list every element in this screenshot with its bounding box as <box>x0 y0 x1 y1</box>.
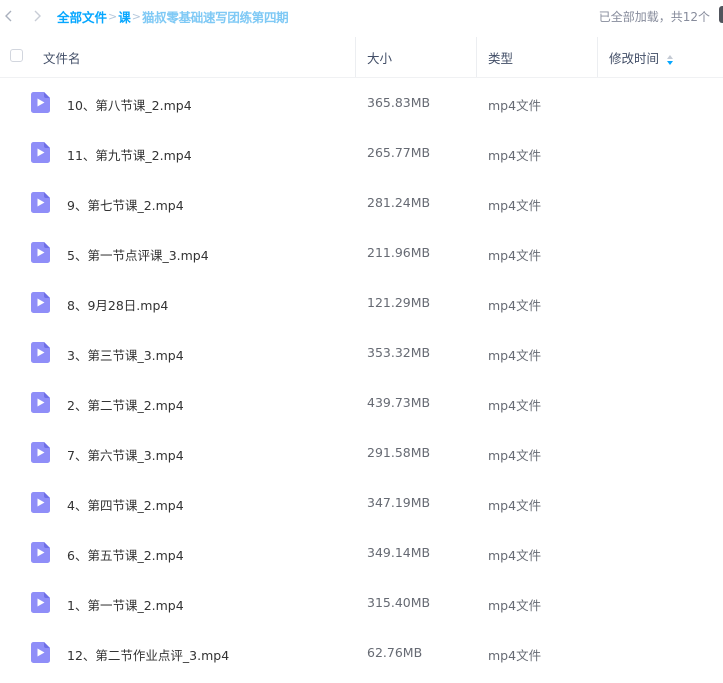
file-name[interactable]: 2、第二节课_2.mp4 <box>67 395 184 414</box>
top-bar: 全部文件 > 课 > 猫叔零基础速写团练第四期 已全部加载，共12个 <box>0 0 723 34</box>
file-name[interactable]: 6、第五节课_2.mp4 <box>67 545 184 564</box>
file-name[interactable]: 12、第二节作业点评_3.mp4 <box>67 645 229 664</box>
file-size: 281.24MB <box>367 195 431 210</box>
column-divider <box>597 37 598 77</box>
table-row[interactable]: 9、第七节课_2.mp4 281.24MB mp4文件 <box>0 178 723 228</box>
table-header: 文件名 大小 类型 修改时间 <box>0 37 723 78</box>
column-divider <box>355 37 356 77</box>
select-all-checkbox[interactable] <box>10 49 23 62</box>
file-list: 10、第八节课_2.mp4 365.83MB mp4文件 11、第九节课_2.mp4 2… <box>0 78 723 678</box>
video-file-icon <box>31 442 50 463</box>
file-size: 211.96MB <box>367 245 431 260</box>
breadcrumb-root[interactable]: 全部文件 <box>57 7 107 26</box>
file-name[interactable]: 8、9月28日.mp4 <box>67 295 168 314</box>
table-row[interactable]: 5、第一节点评课_3.mp4 211.96MB mp4文件 <box>0 228 723 278</box>
video-file-icon <box>31 492 50 513</box>
file-type: mp4文件 <box>488 198 542 213</box>
table-row[interactable]: 11、第九节课_2.mp4 265.77MB mp4文件 <box>0 128 723 178</box>
file-size: 121.29MB <box>367 295 431 310</box>
file-name[interactable]: 10、第八节课_2.mp4 <box>67 95 192 114</box>
column-header-modified-label: 修改时间 <box>609 51 660 66</box>
column-header-size[interactable]: 大小 <box>367 48 392 67</box>
column-header-name[interactable]: 文件名 <box>43 48 81 67</box>
breadcrumb-separator: > <box>108 9 118 23</box>
table-row[interactable]: 6、第五节课_2.mp4 349.14MB mp4文件 <box>0 528 723 578</box>
file-size: 439.73MB <box>367 395 431 410</box>
video-file-icon <box>31 192 50 213</box>
file-size: 353.32MB <box>367 345 431 360</box>
file-name[interactable]: 11、第九节课_2.mp4 <box>67 145 192 164</box>
table-row[interactable]: 4、第四节课_2.mp4 347.19MB mp4文件 <box>0 478 723 528</box>
table-row[interactable]: 7、第六节课_3.mp4 291.58MB mp4文件 <box>0 428 723 478</box>
file-size: 365.83MB <box>367 95 431 110</box>
file-size: 265.77MB <box>367 145 431 160</box>
video-file-icon <box>31 642 50 663</box>
file-type: mp4文件 <box>488 398 542 413</box>
file-name[interactable]: 4、第四节课_2.mp4 <box>67 495 184 514</box>
video-file-icon <box>31 542 50 563</box>
column-header-type[interactable]: 类型 <box>488 48 513 67</box>
load-status: 已全部加载，共12个 <box>598 9 710 24</box>
table-row[interactable]: 8、9月28日.mp4 121.29MB mp4文件 <box>0 278 723 328</box>
file-size: 291.58MB <box>367 445 431 460</box>
video-file-icon <box>31 592 50 613</box>
breadcrumb-separator: > <box>131 9 141 23</box>
file-type: mp4文件 <box>488 98 542 113</box>
forward-button[interactable] <box>28 7 46 25</box>
column-divider <box>476 37 477 77</box>
breadcrumb-folder[interactable]: 课 <box>118 7 131 26</box>
file-name[interactable]: 9、第七节课_2.mp4 <box>67 195 184 214</box>
file-name[interactable]: 1、第一节课_2.mp4 <box>67 595 184 614</box>
file-size: 349.14MB <box>367 545 431 560</box>
file-size: 347.19MB <box>367 495 431 510</box>
file-size: 62.76MB <box>367 645 423 660</box>
side-panel-tab[interactable] <box>719 6 723 23</box>
file-type: mp4文件 <box>488 498 542 513</box>
sort-icon[interactable] <box>667 54 674 65</box>
file-type: mp4文件 <box>488 548 542 563</box>
table-row[interactable]: 10、第八节课_2.mp4 365.83MB mp4文件 <box>0 78 723 128</box>
file-type: mp4文件 <box>488 148 542 163</box>
video-file-icon <box>31 392 50 413</box>
chevron-right-icon <box>34 10 41 22</box>
breadcrumb-current: 猫叔零基础速写团练第四期 <box>141 9 289 25</box>
table-row[interactable]: 12、第二节作业点评_3.mp4 62.76MB mp4文件 <box>0 628 723 678</box>
file-type: mp4文件 <box>488 448 542 463</box>
file-name[interactable]: 3、第三节课_3.mp4 <box>67 345 184 364</box>
video-file-icon <box>31 142 50 163</box>
video-file-icon <box>31 292 50 313</box>
table-row[interactable]: 3、第三节课_3.mp4 353.32MB mp4文件 <box>0 328 723 378</box>
file-name[interactable]: 5、第一节点评课_3.mp4 <box>67 245 209 264</box>
video-file-icon <box>31 92 50 113</box>
file-type: mp4文件 <box>488 648 542 663</box>
video-file-icon <box>31 242 50 263</box>
file-type: mp4文件 <box>488 248 542 263</box>
column-header-modified[interactable]: 修改时间 <box>609 48 674 67</box>
file-type: mp4文件 <box>488 298 542 313</box>
table-row[interactable]: 1、第一节课_2.mp4 315.40MB mp4文件 <box>0 578 723 628</box>
chevron-left-icon <box>5 10 12 22</box>
back-button[interactable] <box>0 7 18 25</box>
table-row[interactable]: 2、第二节课_2.mp4 439.73MB mp4文件 <box>0 378 723 428</box>
video-file-icon <box>31 342 50 363</box>
file-name[interactable]: 7、第六节课_3.mp4 <box>67 445 184 464</box>
file-size: 315.40MB <box>367 595 431 610</box>
file-type: mp4文件 <box>488 598 542 613</box>
file-type: mp4文件 <box>488 348 542 363</box>
breadcrumb: 全部文件 > 课 > 猫叔零基础速写团练第四期 <box>57 7 289 26</box>
